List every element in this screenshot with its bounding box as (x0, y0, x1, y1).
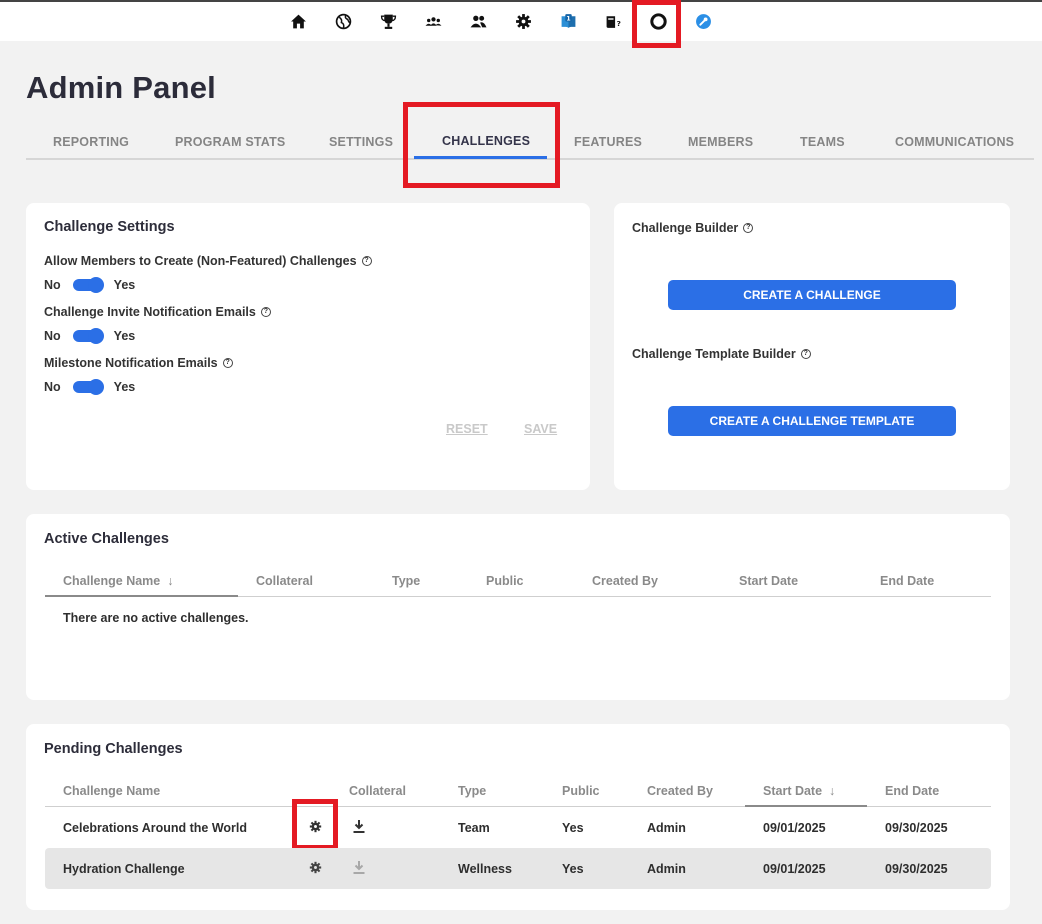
book-icon[interactable]: 1 (558, 11, 578, 31)
challenge-settings-card (26, 203, 590, 490)
row-type: Team (458, 821, 490, 835)
help-icon[interactable]: ? (800, 349, 811, 359)
wrench-icon[interactable] (693, 11, 713, 31)
pending-col-end-date[interactable]: End Date (885, 784, 939, 798)
row-type: Wellness (458, 862, 512, 876)
top-nav-bar: 1 ? (0, 0, 1042, 41)
row-created-by: Admin (647, 862, 686, 876)
empty-state-message: There are no active challenges. (63, 611, 249, 625)
pending-col-collateral[interactable]: Collateral (349, 784, 406, 798)
milestone-emails-toggle[interactable] (72, 379, 104, 395)
tab-teams[interactable]: TEAMS (800, 135, 845, 149)
trophy-icon[interactable] (378, 11, 398, 31)
page-title: Admin Panel (26, 70, 216, 105)
tab-program-stats[interactable]: PROGRAM STATS (175, 135, 285, 149)
group-icon[interactable] (423, 11, 443, 31)
active-col-type[interactable]: Type (392, 574, 420, 588)
active-col-public[interactable]: Public (486, 574, 524, 588)
challenge-settings-title: Challenge Settings (44, 219, 175, 235)
create-challenge-button[interactable]: CREATE A CHALLENGE (668, 280, 956, 310)
home-icon[interactable] (288, 11, 308, 31)
create-challenge-template-button[interactable]: CREATE A CHALLENGE TEMPLATE (668, 406, 956, 436)
help-icon[interactable]: ? (222, 358, 233, 368)
tab-reporting[interactable]: REPORTING (53, 135, 129, 149)
active-col-start-date[interactable]: Start Date (739, 574, 798, 588)
svg-text:?: ? (616, 18, 620, 27)
row-challenge-name: Celebrations Around the World (63, 821, 248, 835)
row-start-date: 09/01/2025 (763, 862, 826, 876)
milestone-emails-label: Milestone Notification Emails? (44, 356, 233, 370)
active-col-challenge-name[interactable]: Challenge Name ↓ (63, 574, 173, 588)
row-challenge-name: Hydration Challenge (63, 862, 185, 876)
pending-challenges-title: Pending Challenges (44, 741, 183, 757)
row-start-date: 09/01/2025 (763, 821, 826, 835)
globe-icon[interactable] (333, 11, 353, 31)
active-col-end-date[interactable]: End Date (880, 574, 934, 588)
help-book-icon[interactable]: ? (603, 11, 623, 31)
pending-sort-underline (745, 805, 867, 807)
gear-highlight-box (292, 799, 338, 850)
active-challenges-card (26, 514, 1010, 700)
sort-arrow-icon: ↓ (829, 784, 836, 798)
row-end-date: 09/30/2025 (885, 821, 948, 835)
download-icon[interactable] (352, 860, 366, 875)
row-public: Yes (562, 821, 584, 835)
invite-emails-label: Challenge Invite Notification Emails? (44, 305, 271, 319)
svg-text:1: 1 (566, 14, 570, 22)
pending-col-public[interactable]: Public (562, 784, 600, 798)
help-icon[interactable]: ? (361, 256, 372, 266)
members-icon[interactable] (468, 11, 488, 31)
row-created-by: Admin (647, 821, 686, 835)
active-col-collateral[interactable]: Collateral (256, 574, 313, 588)
sort-arrow-icon: ↓ (167, 574, 174, 588)
challenge-builder-label: Challenge Builder? (632, 221, 754, 235)
tab-settings[interactable]: SETTINGS (329, 135, 393, 149)
tab-members[interactable]: MEMBERS (688, 135, 753, 149)
settings-gear-icon[interactable] (309, 861, 322, 874)
save-button[interactable]: SAVE (524, 422, 557, 436)
table-row (45, 848, 991, 889)
row-end-date: 09/30/2025 (885, 862, 948, 876)
allow-member-challenges-label: Allow Members to Create (Non-Featured) C… (44, 254, 372, 268)
active-challenges-title: Active Challenges (44, 531, 169, 547)
invite-emails-toggle-row: No Yes (44, 328, 136, 344)
lifebuoy-highlight-box (632, 0, 681, 48)
challenges-tab-highlight-box (403, 102, 560, 188)
milestone-emails-toggle-row: No Yes (44, 379, 136, 395)
pending-col-created-by[interactable]: Created By (647, 784, 713, 798)
download-icon[interactable] (352, 819, 366, 834)
help-icon[interactable]: ? (260, 307, 271, 317)
gear-icon[interactable] (513, 11, 533, 31)
active-sort-underline (45, 595, 238, 597)
allow-member-challenges-toggle-row: No Yes (44, 277, 136, 293)
challenge-template-builder-label: Challenge Template Builder? (632, 347, 811, 361)
pending-col-type[interactable]: Type (458, 784, 486, 798)
help-icon[interactable]: ? (743, 223, 754, 233)
tab-communications[interactable]: COMMUNICATIONS (895, 135, 1014, 149)
row-public: Yes (562, 862, 584, 876)
invite-emails-toggle[interactable] (72, 328, 104, 344)
pending-col-challenge-name[interactable]: Challenge Name (63, 784, 160, 798)
active-col-created-by[interactable]: Created By (592, 574, 658, 588)
reset-button[interactable]: RESET (446, 422, 488, 436)
tab-features[interactable]: FEATURES (574, 135, 642, 149)
pending-col-start-date[interactable]: Start Date ↓ (763, 784, 835, 798)
allow-member-challenges-toggle[interactable] (72, 277, 104, 293)
